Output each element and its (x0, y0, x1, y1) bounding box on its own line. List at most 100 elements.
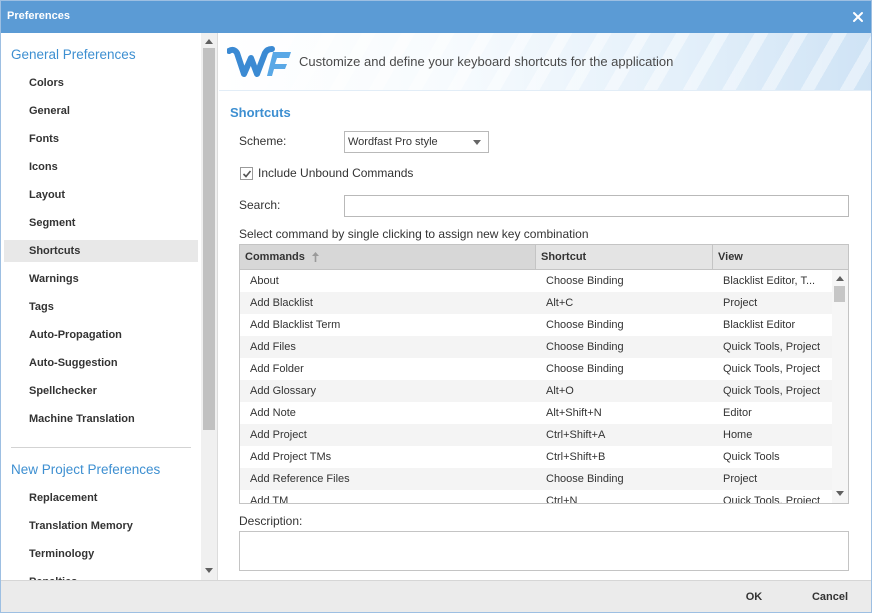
instruction-text: Select command by single clicking to ass… (239, 227, 589, 241)
shortcut-cell[interactable]: Alt+C (536, 292, 713, 314)
table-body: About Choose Binding Blacklist Editor, T..… (240, 270, 832, 503)
table-row[interactable]: About Choose Binding Blacklist Editor, T..… (240, 270, 832, 292)
preferences-sidebar: General Preferences Colors General Fonts… (0, 33, 201, 580)
command-cell: Add Note (250, 407, 296, 419)
sidebar-item-icons[interactable]: Icons (0, 153, 201, 181)
sort-ascending-icon (311, 252, 319, 262)
sidebar-item-machine-translation[interactable]: Machine Translation (0, 405, 201, 433)
column-header-label: View (718, 251, 743, 263)
include-unbound-checkbox[interactable] (240, 167, 253, 180)
table-row[interactable]: Add Note Alt+Shift+N Editor (240, 402, 832, 424)
sidebar-scrollbar[interactable] (201, 33, 217, 580)
sidebar-item-replacement[interactable]: Replacement (0, 484, 201, 512)
scheme-label: Scheme: (239, 134, 287, 148)
scroll-down-icon[interactable] (836, 491, 844, 496)
table-row[interactable]: Add Glossary Alt+O Quick Tools, Project (240, 380, 832, 402)
close-icon[interactable] (850, 9, 866, 25)
scheme-select[interactable]: Wordfast Pro style (344, 131, 489, 153)
sidebar-item-auto-propagation[interactable]: Auto-Propagation (0, 321, 201, 349)
table-row[interactable]: Add Project TMs Ctrl+Shift+B Quick Tools (240, 446, 832, 468)
command-cell: Add TM (250, 495, 289, 503)
command-cell: Add Blacklist Term (250, 319, 341, 331)
shortcut-cell[interactable]: Alt+Shift+N (536, 402, 713, 424)
view-cell: Blacklist Editor, T... (723, 275, 816, 287)
command-cell: Add Project TMs (250, 451, 332, 463)
preferences-window: Preferences General Preferences Colors G… (0, 0, 872, 613)
cancel-button[interactable]: Cancel (801, 581, 859, 613)
sidebar-item-warnings[interactable]: Warnings (0, 265, 201, 293)
title-bar: Preferences (0, 0, 872, 33)
command-cell: Add Glossary (250, 385, 317, 397)
column-header-commands[interactable]: Commands (240, 245, 536, 269)
description-label: Description: (239, 514, 303, 528)
shortcut-cell[interactable]: Choose Binding (536, 270, 713, 292)
dialog-footer: OK Cancel (0, 580, 872, 613)
table-row[interactable]: Add Reference Files Choose Binding Project (240, 468, 832, 490)
sidebar-item-tags[interactable]: Tags (0, 293, 201, 321)
command-cell: Add Files (250, 341, 296, 353)
sidebar-heading-general-preferences: General Preferences (11, 47, 136, 62)
banner-description: Customize and define your keyboard short… (299, 54, 674, 69)
wordfast-logo (227, 46, 291, 77)
sidebar-item-general[interactable]: General (0, 97, 201, 125)
sidebar-item-terminology[interactable]: Terminology (0, 540, 201, 568)
search-input[interactable] (344, 195, 849, 217)
shortcut-cell[interactable]: Alt+O (536, 380, 713, 402)
checkmark-icon (242, 170, 252, 178)
sidebar-item-shortcuts[interactable]: Shortcuts (0, 237, 201, 265)
command-cell: About (250, 275, 279, 287)
command-cell: Add Folder (250, 363, 304, 375)
scroll-up-icon[interactable] (205, 39, 213, 44)
sidebar-scrollbar-thumb[interactable] (203, 48, 215, 430)
table-scrollbar[interactable] (832, 270, 848, 503)
view-cell: Home (723, 429, 753, 441)
table-row[interactable]: Add TM Ctrl+N Quick Tools, Project (240, 490, 832, 503)
shortcut-cell[interactable]: Choose Binding (536, 468, 713, 490)
sidebar-divider (0, 433, 201, 456)
view-cell: Project (723, 473, 758, 485)
shortcut-cell[interactable]: Choose Binding (536, 358, 713, 380)
sidebar-item-layout[interactable]: Layout (0, 181, 201, 209)
sidebar-divider-line (217, 33, 218, 580)
sidebar-item-penalties[interactable]: Penalties (0, 568, 201, 580)
scroll-down-icon[interactable] (205, 568, 213, 573)
table-row[interactable]: Add Blacklist Term Choose Binding Blacklis… (240, 314, 832, 336)
column-header-shortcut[interactable]: Shortcut (536, 245, 713, 269)
sidebar-item-spellchecker[interactable]: Spellchecker (0, 377, 201, 405)
view-cell: Editor (723, 407, 752, 419)
description-field[interactable] (239, 531, 849, 571)
shortcut-cell[interactable]: Ctrl+Shift+B (536, 446, 713, 468)
include-unbound-label[interactable]: Include Unbound Commands (258, 165, 413, 181)
ok-button[interactable]: OK (728, 581, 780, 613)
sidebar-item-translation-memory[interactable]: Translation Memory (0, 512, 201, 540)
table-row[interactable]: Add Blacklist Alt+C Project (240, 292, 832, 314)
section-title: Shortcuts (230, 105, 291, 120)
sidebar-heading-new-project-preferences: New Project Preferences (11, 462, 161, 477)
column-header-view[interactable]: View (713, 245, 848, 269)
table-row[interactable]: Add Folder Choose Binding Quick Tools, Pro… (240, 358, 832, 380)
shortcut-cell[interactable]: Choose Binding (536, 314, 713, 336)
sidebar-item-segment[interactable]: Segment (0, 209, 201, 237)
sidebar-item-auto-suggestion[interactable]: Auto-Suggestion (0, 349, 201, 377)
column-header-label: Shortcut (541, 251, 587, 263)
table-row[interactable]: Add Project Ctrl+Shift+A Home (240, 424, 832, 446)
view-cell: Blacklist Editor (723, 319, 796, 331)
shortcut-cell[interactable]: Choose Binding (536, 336, 713, 358)
view-cell: Quick Tools, Project (723, 385, 821, 397)
table-scrollbar-thumb[interactable] (834, 286, 845, 302)
view-cell: Quick Tools, Project (723, 495, 821, 503)
sidebar-item-fonts[interactable]: Fonts (0, 125, 201, 153)
shortcut-cell[interactable]: Ctrl+Shift+A (536, 424, 713, 446)
shortcut-cell[interactable]: Ctrl+N (536, 490, 713, 503)
view-cell: Quick Tools, Project (723, 363, 821, 375)
view-cell: Quick Tools, Project (723, 341, 821, 353)
table-row[interactable]: Add Files Choose Binding Quick Tools, Proj… (240, 336, 832, 358)
table-header: Commands Shortcut View (240, 245, 848, 270)
view-cell: Quick Tools (723, 451, 780, 463)
column-header-label: Commands (245, 251, 305, 263)
scroll-up-icon[interactable] (836, 276, 844, 281)
scheme-value: Wordfast Pro style (348, 136, 438, 148)
command-cell: Add Reference Files (250, 473, 350, 485)
search-label: Search: (239, 198, 281, 212)
sidebar-item-colors[interactable]: Colors (0, 69, 201, 97)
